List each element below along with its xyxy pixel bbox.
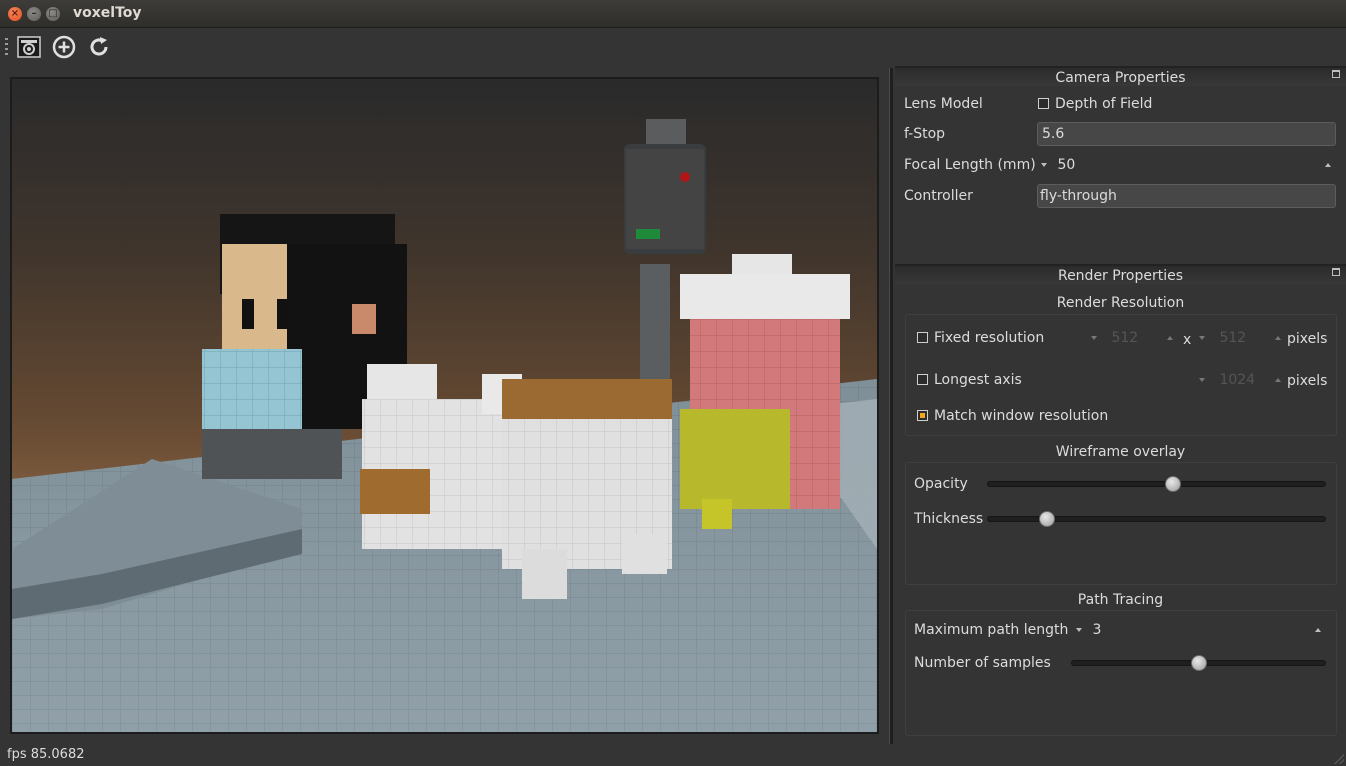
refresh-button[interactable] — [84, 33, 114, 61]
match-window-label: Match window resolution — [934, 408, 1109, 424]
window-title: voxelToy — [73, 5, 142, 21]
depth-of-field-label: Depth of Field — [1055, 96, 1153, 112]
spin-up-icon[interactable] — [1315, 628, 1321, 632]
spin-down-icon[interactable] — [1091, 336, 1097, 340]
fps-status: fps 85.0682 — [7, 747, 85, 762]
opacity-slider-handle[interactable] — [1164, 476, 1181, 492]
opacity-slider[interactable] — [987, 481, 1326, 487]
fixed-height-spinbox[interactable]: 512 — [1194, 326, 1286, 350]
fixed-resolution-label: Fixed resolution — [934, 330, 1045, 346]
checkbox-icon — [917, 409, 928, 421]
focal-length-label: Focal Length (mm) — [904, 157, 1036, 173]
spin-up-icon[interactable] — [1275, 336, 1281, 340]
camera-screenshot-icon — [17, 36, 41, 58]
max-path-length-spinbox[interactable]: 3 — [1071, 618, 1326, 642]
spin-down-icon[interactable] — [1076, 628, 1082, 632]
match-window-radio[interactable]: Match window resolution — [917, 408, 1108, 424]
panel-splitter[interactable] — [889, 68, 893, 744]
float-panel-icon[interactable] — [1332, 70, 1340, 78]
checkbox-icon — [1038, 97, 1049, 109]
close-window-button[interactable]: × — [8, 7, 22, 21]
render-panel-title: Render Properties — [895, 264, 1346, 284]
wireframe-overlay-title: Wireframe overlay — [1055, 444, 1186, 460]
voxel-scene — [12, 119, 877, 732]
thickness-slider[interactable] — [987, 516, 1326, 522]
float-panel-icon[interactable] — [1332, 268, 1340, 276]
spin-down-icon[interactable] — [1199, 378, 1205, 382]
window-resize-grip[interactable] — [1334, 754, 1344, 764]
lens-model-label: Lens Model — [904, 96, 983, 112]
focal-length-spinbox[interactable]: 50 — [1037, 153, 1336, 177]
fstop-label: f-Stop — [904, 126, 946, 142]
refresh-icon — [90, 37, 108, 56]
render-properties-panel: Render Properties Render Resolution Fixe… — [895, 264, 1346, 744]
fixed-width-spinbox[interactable]: 512 — [1086, 326, 1178, 350]
fstop-input[interactable]: 5.6 — [1037, 122, 1336, 146]
controller-input[interactable]: fly-through — [1037, 184, 1336, 208]
controller-label: Controller — [904, 188, 973, 204]
max-path-length-value: 3 — [1092, 622, 1102, 638]
spin-down-icon[interactable] — [1041, 163, 1047, 167]
thickness-slider-handle[interactable] — [1038, 511, 1055, 527]
spin-down-icon[interactable] — [1199, 336, 1205, 340]
spin-up-icon[interactable] — [1167, 336, 1173, 340]
thickness-label: Thickness — [914, 511, 984, 527]
minimize-window-button[interactable]: – — [27, 7, 41, 21]
render-resolution-title: Render Resolution — [1056, 295, 1185, 311]
longest-axis-label: Longest axis — [934, 372, 1022, 388]
spin-up-icon[interactable] — [1325, 163, 1331, 167]
fixed-height-value: 512 — [1219, 330, 1247, 346]
toolbar-handle[interactable] — [5, 38, 8, 56]
number-of-samples-label: Number of samples — [914, 655, 1051, 671]
path-tracing-title: Path Tracing — [1077, 592, 1164, 608]
spin-up-icon[interactable] — [1275, 378, 1281, 382]
maximize-window-button[interactable]: □ — [46, 7, 60, 21]
samples-slider-handle[interactable] — [1190, 655, 1207, 671]
checkbox-icon — [917, 373, 928, 385]
fixed-width-value: 512 — [1111, 330, 1139, 346]
pixels-label: pixels — [1287, 331, 1328, 347]
max-path-length-label: Maximum path length — [914, 622, 1069, 638]
pixels-label: pixels — [1287, 373, 1328, 389]
focal-length-value: 50 — [1057, 157, 1076, 173]
times-label: x — [1183, 332, 1192, 348]
checkbox-icon — [917, 331, 928, 343]
camera-panel-title: Camera Properties — [895, 66, 1346, 86]
longest-axis-checkbox[interactable]: Longest axis — [917, 372, 1022, 388]
add-button[interactable] — [49, 33, 79, 61]
fixed-resolution-checkbox[interactable]: Fixed resolution — [917, 330, 1044, 346]
screenshot-button[interactable] — [14, 33, 44, 61]
main-toolbar — [0, 28, 1346, 66]
longest-axis-spinbox[interactable]: 1024 — [1194, 368, 1286, 392]
render-viewport[interactable] — [12, 79, 877, 732]
depth-of-field-checkbox[interactable]: Depth of Field — [1038, 96, 1152, 112]
opacity-label: Opacity — [914, 476, 968, 492]
add-circle-icon — [52, 35, 76, 59]
camera-properties-panel: Camera Properties Lens Model Depth of Fi… — [895, 66, 1346, 262]
title-bar: × – □ voxelToy — [0, 0, 1346, 28]
longest-axis-value: 1024 — [1219, 372, 1256, 388]
